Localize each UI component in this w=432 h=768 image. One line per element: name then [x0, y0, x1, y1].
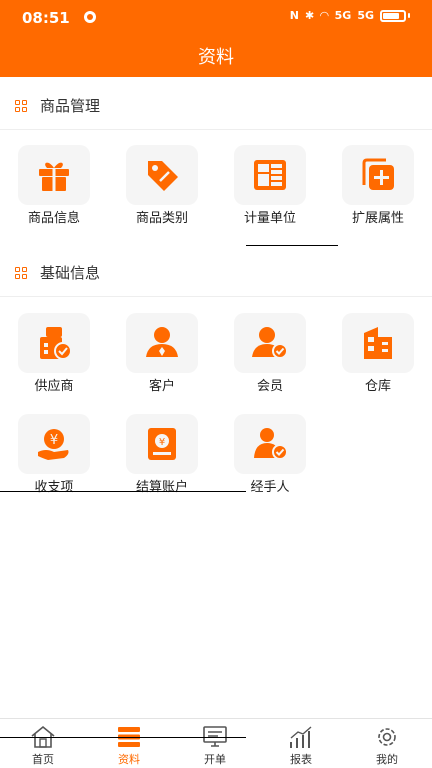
tile — [342, 145, 414, 205]
settings-icon — [378, 728, 396, 746]
divider-line — [0, 737, 246, 738]
tab-report[interactable]: 报表 — [258, 719, 344, 768]
grid-icon — [15, 100, 27, 112]
tab-data[interactable]: 资料 — [86, 719, 172, 768]
tile — [18, 145, 90, 205]
status-time: 08:51 — [22, 9, 70, 27]
grid-item-warehouse[interactable]: 仓库 — [324, 313, 432, 403]
tag-icon — [148, 161, 178, 191]
grid-item-customer[interactable]: 客户 — [108, 313, 216, 403]
grid-label: 商品信息 — [27, 211, 80, 226]
supplier-icon — [40, 327, 72, 360]
tile: ¥ — [18, 414, 90, 474]
section-basic-title: 基础信息 — [40, 264, 101, 282]
section-goods-title: 商品管理 — [40, 97, 101, 115]
tab-label: 开单 — [204, 753, 226, 766]
tab-billing[interactable]: 开单 — [172, 719, 258, 768]
customer-icon — [146, 327, 178, 357]
battery-tip — [408, 13, 410, 18]
section-goods-header: 商品管理 — [0, 80, 432, 130]
grid-label: 仓库 — [364, 379, 391, 394]
bluetooth-icon: ✱ — [304, 9, 315, 22]
signal-icon-2: 5G — [357, 9, 374, 22]
tile — [234, 313, 306, 373]
grid-label: 商品类别 — [135, 211, 188, 226]
gift-icon — [39, 162, 69, 191]
grid-label: 会员 — [256, 379, 283, 394]
report-icon — [290, 726, 312, 748]
wifi-icon: ◠ — [320, 9, 329, 22]
grid-item-goods-info[interactable]: 商品信息 — [0, 145, 108, 235]
tile — [234, 145, 306, 205]
tile — [342, 313, 414, 373]
download-icon — [84, 11, 96, 23]
tab-mine[interactable]: 我的 — [344, 719, 430, 768]
divider-line — [0, 491, 246, 492]
grid-label: 供应商 — [34, 379, 74, 394]
grid-icon — [15, 267, 27, 279]
grid-item-extended-attributes[interactable]: 扩展属性 — [324, 145, 432, 235]
svg-text:¥: ¥ — [50, 433, 58, 448]
tile: ¥ — [126, 414, 198, 474]
tab-home[interactable]: 首页 — [0, 719, 86, 768]
signal-icon-1: 5G — [334, 9, 352, 22]
section-basic-header: 基础信息 — [0, 247, 432, 297]
warehouse-icon — [364, 327, 392, 359]
battery-icon — [380, 9, 406, 22]
tile — [234, 414, 306, 474]
money-hand-icon: ¥ — [38, 429, 69, 460]
grid-label: 收支项 — [34, 480, 74, 495]
grid-item-supplier[interactable]: 供应商 — [0, 313, 108, 403]
handler-icon — [254, 428, 288, 460]
add-copy-icon — [362, 158, 394, 190]
grid-label: 扩展属性 — [351, 211, 404, 226]
bottom-tab-bar: 首页 资料 开单 报表 我的 — [0, 718, 432, 768]
grid-label: 计量单位 — [243, 211, 296, 226]
tab-label: 首页 — [32, 753, 54, 766]
status-bar: 08:51 N ✱ ◠ 5G 5G — [0, 0, 432, 36]
nfc-icon: N — [289, 9, 299, 22]
grid-label: 结算账户 — [135, 480, 188, 495]
divider-line — [246, 245, 338, 246]
app-header: 08:51 N ✱ ◠ 5G 5G 资料 — [0, 0, 432, 77]
status-icons: N ✱ ◠ 5G 5G — [290, 9, 410, 22]
tile — [126, 313, 198, 373]
account-book-icon: ¥ — [148, 428, 176, 460]
tab-label: 报表 — [290, 753, 312, 766]
ruler-grid-icon — [254, 160, 286, 190]
grid-label: 客户 — [148, 379, 175, 394]
grid-item-goods-category[interactable]: 商品类别 — [108, 145, 216, 235]
svg-text:¥: ¥ — [159, 437, 165, 448]
grid-item-measure-unit[interactable]: 计量单位 — [216, 145, 324, 235]
page-title: 资料 — [198, 47, 234, 68]
tile — [18, 313, 90, 373]
tile — [126, 145, 198, 205]
grid-label: 经手人 — [250, 480, 290, 495]
member-icon — [252, 327, 288, 359]
grid-item-member[interactable]: 会员 — [216, 313, 324, 403]
tab-label: 我的 — [376, 753, 398, 766]
tab-label: 资料 — [118, 753, 140, 766]
